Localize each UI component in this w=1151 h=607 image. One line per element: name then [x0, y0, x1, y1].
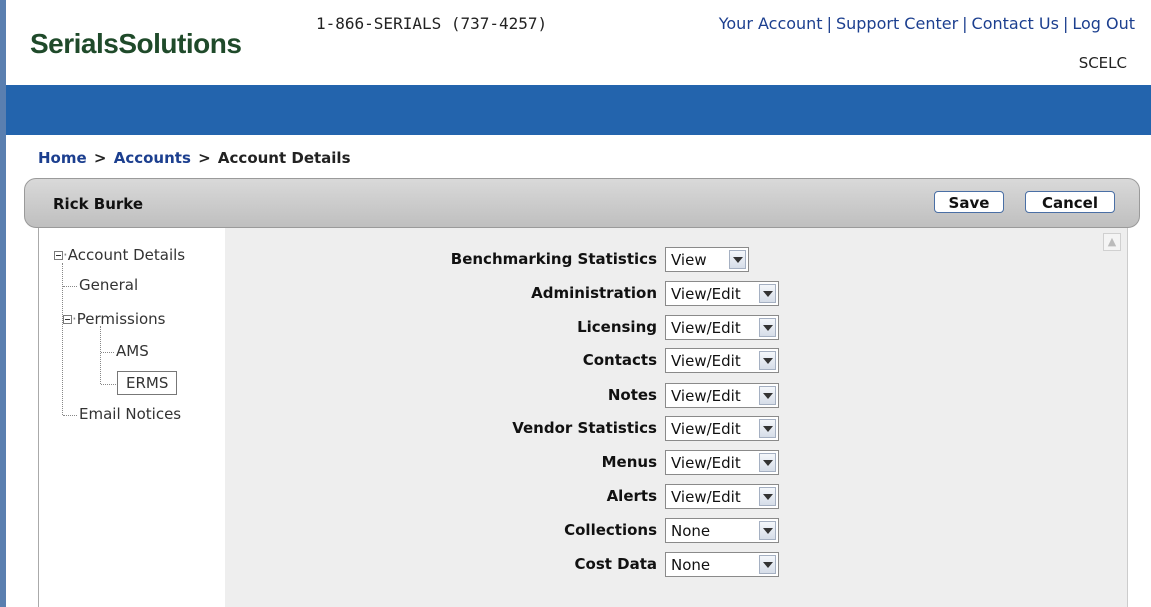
permission-row: Benchmarking Statistics View — [225, 247, 785, 273]
permission-select[interactable]: View/Edit — [665, 383, 779, 408]
dropdown-arrow-icon[interactable] — [759, 487, 776, 506]
collapse-icon[interactable] — [63, 315, 72, 324]
tree-node-permissions[interactable]: ·Permissions — [63, 310, 166, 328]
dropdown-arrow-icon[interactable] — [759, 351, 776, 370]
top-links: Your Account | Support Center | Contact Us | L… — [719, 14, 1135, 33]
permission-row: Alerts View/Edit — [225, 484, 785, 510]
permission-select-value: View/Edit — [671, 454, 741, 472]
breadcrumb-separator: > — [198, 149, 211, 167]
dropdown-arrow-icon[interactable] — [759, 386, 776, 405]
permission-select[interactable]: None — [665, 552, 779, 577]
tree-connector — [63, 415, 77, 416]
permission-select[interactable]: View/Edit — [665, 348, 779, 373]
tree-connector — [101, 352, 114, 353]
permission-label: Benchmarking Statistics — [450, 250, 657, 268]
permissions-panel: ▲ Benchmarking Statistics View Administrat… — [225, 228, 1128, 607]
permission-select[interactable]: View/Edit — [665, 315, 779, 340]
permission-row: Notes View/Edit — [225, 383, 785, 409]
link-separator: | — [962, 14, 968, 33]
tree-node-erms[interactable]: ERMS — [117, 371, 178, 395]
permission-label: Cost Data — [574, 555, 658, 573]
scroll-up-arrow-icon[interactable]: ▲ — [1103, 233, 1121, 251]
cancel-button[interactable]: Cancel — [1025, 191, 1115, 213]
dropdown-arrow-icon[interactable] — [729, 250, 746, 269]
permission-label: Menus — [601, 453, 657, 471]
support-center-link[interactable]: Support Center — [836, 14, 958, 33]
permission-select-value: View/Edit — [671, 420, 741, 438]
dropdown-arrow-icon[interactable] — [759, 453, 776, 472]
breadcrumb-current: Account Details — [217, 149, 351, 167]
permission-select-value: View — [671, 251, 707, 269]
permission-select-value: View/Edit — [671, 387, 741, 405]
permission-select[interactable]: View — [665, 247, 749, 272]
permission-row: Licensing View/Edit — [225, 315, 785, 341]
collapse-icon[interactable] — [54, 251, 63, 260]
breadcrumb-home[interactable]: Home — [38, 149, 87, 167]
tree-connector — [63, 286, 77, 287]
navigation-bar — [6, 85, 1151, 135]
support-phone: 1-866-SERIALS (737-4257) — [316, 14, 548, 33]
dropdown-arrow-icon[interactable] — [759, 419, 776, 438]
link-separator: | — [1062, 14, 1069, 33]
tree-connector — [100, 326, 101, 384]
permission-label: Contacts — [582, 351, 657, 369]
permission-row: Administration View/Edit — [225, 281, 785, 307]
permission-select-value: None — [671, 522, 711, 540]
permission-select-value: View/Edit — [671, 319, 741, 337]
account-holder-name: Rick Burke — [53, 195, 144, 213]
permission-select-value: None — [671, 556, 711, 574]
save-button[interactable]: Save — [934, 191, 1004, 213]
tree-connector — [101, 384, 116, 385]
tree-node-general[interactable]: General — [79, 276, 138, 294]
permission-select-value: View/Edit — [671, 352, 741, 370]
permission-select[interactable]: None — [665, 518, 779, 543]
permission-label: Vendor Statistics — [512, 419, 657, 437]
tree-label-account-details: Account Details — [67, 246, 186, 264]
organization-name: SCELC — [1078, 54, 1127, 72]
log-out-link[interactable]: Log Out — [1072, 14, 1135, 33]
dropdown-arrow-icon[interactable] — [759, 555, 776, 574]
contact-us-link[interactable]: Contact Us — [972, 14, 1059, 33]
permission-label: Licensing — [577, 318, 657, 336]
dropdown-arrow-icon[interactable] — [759, 521, 776, 540]
serials-solutions-logo[interactable]: SerialsSolutions — [30, 28, 242, 60]
permission-select[interactable]: View/Edit — [665, 450, 779, 475]
breadcrumb: Home > Accounts > Account Details — [38, 149, 351, 167]
permission-select[interactable]: View/Edit — [665, 484, 779, 509]
permission-select-value: View/Edit — [671, 488, 741, 506]
tree-node-account-details[interactable]: ·Account Details — [54, 246, 185, 264]
permission-row: Menus View/Edit — [225, 450, 785, 476]
navigation-tree-panel: ·Account Details General ·Permissions AM… — [38, 228, 226, 607]
tree-label-permissions: Permissions — [76, 310, 166, 328]
breadcrumb-separator: > — [93, 149, 107, 167]
permission-row: Contacts View/Edit — [225, 348, 785, 374]
permission-row: Cost Data None — [225, 552, 785, 578]
your-account-link[interactable]: Your Account — [719, 14, 823, 33]
permission-select[interactable]: View/Edit — [665, 416, 779, 441]
permission-label: Alerts — [606, 487, 657, 505]
permission-row: Vendor Statistics View/Edit — [225, 416, 785, 442]
link-separator: | — [826, 14, 832, 33]
account-title-bar: Rick Burke Save Cancel — [24, 178, 1140, 228]
dropdown-arrow-icon[interactable] — [759, 284, 776, 303]
permission-label: Collections — [564, 521, 657, 539]
permission-select-value: View/Edit — [671, 285, 741, 303]
tree-node-ams[interactable]: AMS — [116, 342, 149, 360]
permission-label: Administration — [531, 284, 657, 302]
permission-row: Collections None — [225, 518, 785, 544]
dropdown-arrow-icon[interactable] — [759, 318, 776, 337]
tree-node-email-notices[interactable]: Email Notices — [79, 405, 181, 423]
breadcrumb-accounts[interactable]: Accounts — [114, 149, 191, 167]
permission-select[interactable]: View/Edit — [665, 281, 779, 306]
permission-label: Notes — [607, 386, 657, 404]
